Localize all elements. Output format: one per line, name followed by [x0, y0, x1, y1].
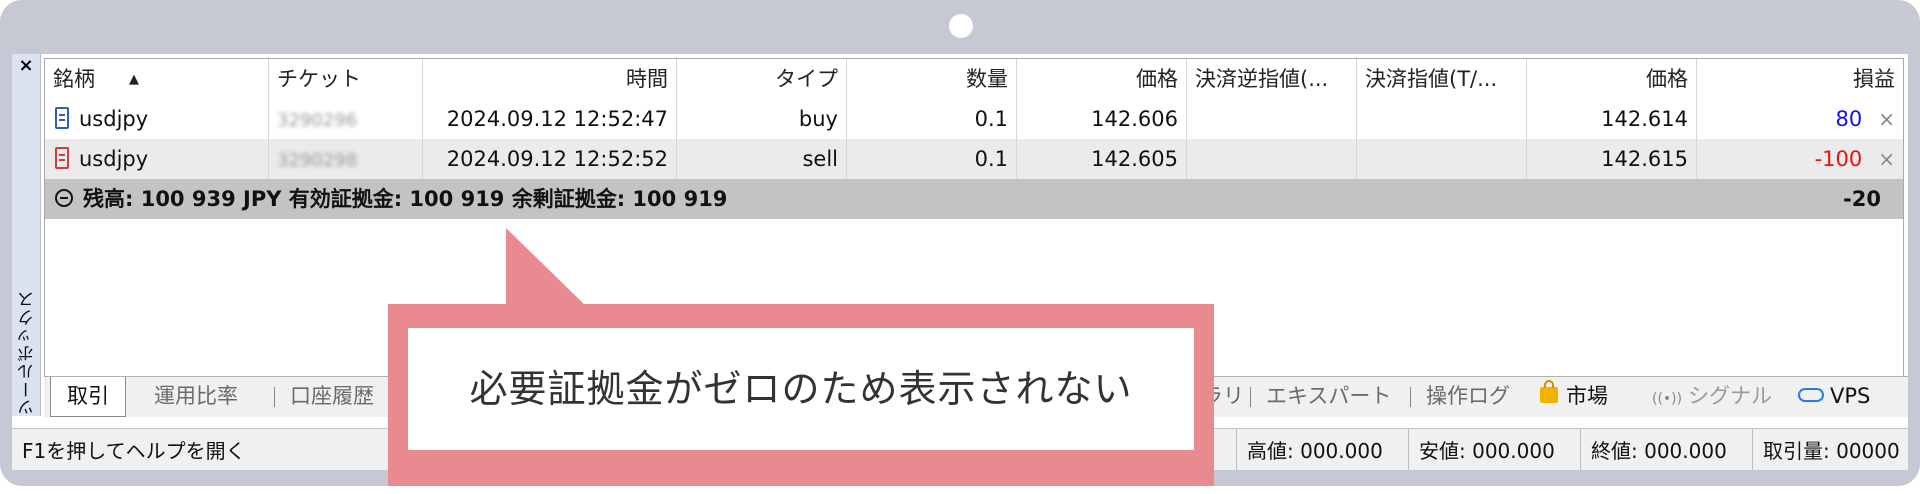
col-header-type[interactable]: タイプ	[677, 59, 847, 99]
status-close: 終値: 000.000	[1580, 429, 1756, 470]
toolbox-title: ツールボックス	[18, 290, 38, 416]
current-price-cell: 142.615	[1527, 139, 1697, 179]
col-header-profit[interactable]: 損益	[1697, 59, 1903, 99]
symbol-cell: usdjpy	[45, 99, 269, 139]
toolbox-sidebar: × ツールボックス	[12, 54, 41, 416]
col-header-time[interactable]: 時間	[423, 59, 677, 99]
sell-order-icon	[55, 147, 69, 169]
close-position-icon[interactable]: ×	[1878, 139, 1895, 179]
profit-cell: -100 ×	[1697, 139, 1903, 179]
tab-journal[interactable]: 操作ログ	[1426, 377, 1510, 415]
ticket-cell: 3290298	[269, 139, 423, 179]
take-profit-cell	[1357, 99, 1527, 139]
current-price-cell: 142.614	[1527, 99, 1697, 139]
sort-ascending-icon: ▲	[129, 72, 139, 87]
table-row[interactable]: usdjpy 3290296 2024.09.12 12:52:47 buy 0…	[45, 99, 1903, 140]
volume-cell: 0.1	[847, 99, 1017, 139]
cloud-icon	[1798, 388, 1824, 402]
account-summary-row[interactable]: 残高: 100 939 JPY 有効証拠金: 100 919 余剰証拠金: 10…	[45, 179, 1903, 219]
total-profit: -20	[1843, 187, 1881, 211]
col-header-price[interactable]: 価格	[1017, 59, 1187, 99]
time-cell: 2024.09.12 12:52:52	[423, 139, 677, 179]
collapse-icon[interactable]	[55, 189, 73, 207]
annotation-callout: 必要証拠金がゼロのため表示されない	[388, 304, 1214, 486]
status-low: 安値: 000.000	[1408, 429, 1584, 470]
tab-separator	[1410, 387, 1411, 407]
tab-experts[interactable]: エキスパート	[1266, 377, 1391, 415]
col-header-symbol[interactable]: 銘柄 ▲	[45, 59, 269, 99]
status-high: 高値: 000.000	[1236, 429, 1412, 470]
table-header: 銘柄 ▲ チケット 時間 タイプ 数量 価格 決済逆指値(... 決済指値(T/.…	[45, 59, 1903, 100]
account-summary-text: 残高: 100 939 JPY 有効証拠金: 100 919 余剰証拠金: 10…	[83, 187, 728, 211]
time-cell: 2024.09.12 12:52:47	[423, 99, 677, 139]
symbol-cell: usdjpy	[45, 139, 269, 179]
col-header-current-price[interactable]: 価格	[1527, 59, 1697, 99]
callout-box: 必要証拠金がゼロのため表示されない	[408, 328, 1194, 450]
col-header-ticket[interactable]: チケット	[269, 59, 423, 99]
status-volume: 取引量: 00000	[1752, 429, 1908, 470]
tab-separator	[1250, 387, 1251, 407]
type-cell: sell	[677, 139, 847, 179]
tab-separator	[274, 387, 275, 407]
stop-loss-cell	[1187, 139, 1357, 179]
profit-cell: 80 ×	[1697, 99, 1903, 139]
buy-order-icon	[55, 107, 69, 129]
tab-market[interactable]: 市場	[1540, 377, 1608, 415]
price-cell: 142.606	[1017, 99, 1187, 139]
tab-signals[interactable]: ((•)) シグナル	[1652, 377, 1772, 415]
callout-text: 必要証拠金がゼロのため表示されない	[469, 367, 1133, 411]
tab-trade[interactable]: 取引	[50, 377, 126, 417]
shopping-bag-icon	[1540, 380, 1558, 403]
ticket-cell: 3290296	[269, 99, 423, 139]
tab-history[interactable]: 口座履歴	[290, 377, 374, 415]
camera-dot	[949, 14, 973, 38]
price-cell: 142.605	[1017, 139, 1187, 179]
stop-loss-cell	[1187, 99, 1357, 139]
tab-vps[interactable]: VPS	[1798, 377, 1870, 415]
col-header-take-profit[interactable]: 決済指値(T/...	[1357, 59, 1527, 99]
signal-icon: ((•))	[1652, 391, 1683, 407]
close-icon[interactable]: ×	[16, 56, 36, 76]
col-header-stop-loss[interactable]: 決済逆指値(...	[1187, 59, 1357, 99]
tab-exposure[interactable]: 運用比率	[154, 377, 238, 415]
take-profit-cell	[1357, 139, 1527, 179]
col-header-volume[interactable]: 数量	[847, 59, 1017, 99]
close-position-icon[interactable]: ×	[1878, 99, 1895, 139]
table-row[interactable]: usdjpy 3290298 2024.09.12 12:52:52 sell …	[45, 139, 1903, 180]
type-cell: buy	[677, 99, 847, 139]
volume-cell: 0.1	[847, 139, 1017, 179]
